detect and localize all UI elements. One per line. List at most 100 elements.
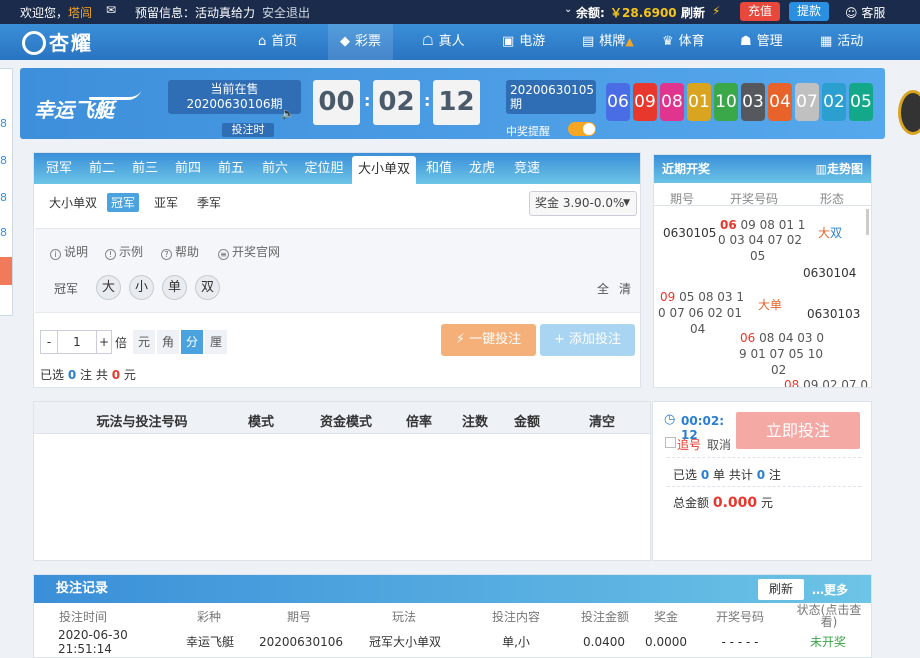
nav-manage[interactable]: ☗ 管理	[740, 24, 783, 60]
tab-champion[interactable]: 冠军	[38, 153, 80, 184]
prev-issue: 20200630105期	[506, 80, 596, 114]
draw-ball: 04	[768, 83, 792, 121]
tab-top6[interactable]: 前六	[255, 153, 295, 184]
tab-race[interactable]: 竞速	[507, 153, 547, 184]
clear-pick[interactable]: 清	[619, 280, 631, 297]
scrollbar[interactable]	[866, 209, 869, 235]
record-prize: 0.0000	[645, 635, 687, 649]
sound-icon[interactable]: 🔈	[281, 107, 295, 120]
unit-li[interactable]: 厘	[205, 330, 227, 354]
recent-draws-panel: 近期开奖 ▥走势图 期号 开奖号码 形态 0630105 06 09 08 01 …	[653, 154, 872, 388]
draw-numbers: 0 03 04 07 02	[718, 233, 802, 247]
tab-sum[interactable]: 和值	[421, 153, 457, 184]
timer-seconds: 12	[433, 80, 480, 125]
multiplier-input[interactable]: 1	[57, 330, 97, 354]
timer-minutes: 02	[373, 80, 420, 125]
clear-all-button[interactable]: 清空	[582, 411, 622, 430]
record-status[interactable]: 未开奖	[796, 635, 860, 649]
tab-top2[interactable]: 前二	[82, 153, 122, 184]
side-timer: 00:02:	[681, 414, 724, 428]
records-more-link[interactable]: …更多	[812, 581, 848, 598]
clock-icon: ◷	[664, 412, 676, 427]
submit-bet-button[interactable]: 立即投注	[736, 412, 860, 449]
nav-lottery[interactable]: ◆ 彩票	[328, 24, 394, 60]
boat-icon	[88, 90, 142, 100]
add-bet-button[interactable]: + 添加投注	[540, 324, 635, 356]
th-count: 注数	[461, 415, 488, 430]
help-rules[interactable]: i 说明	[50, 243, 88, 260]
service-link[interactable]: ☺ 客服	[845, 4, 885, 21]
pick-odd[interactable]: 单	[162, 275, 187, 300]
select-all[interactable]: 全	[597, 280, 609, 297]
info-icon: i	[50, 249, 61, 260]
nav-cards[interactable]: ▤ 棋牌▲	[582, 24, 634, 60]
record-time: 2020-06-30 21:51:14	[58, 628, 128, 656]
tab-top4[interactable]: 前四	[168, 153, 208, 184]
subtab-size-parity[interactable]: 大小单双	[49, 194, 97, 211]
nav-sports[interactable]: ♛ 体育	[662, 24, 705, 60]
notice: 预留信息：活动真给力	[135, 6, 256, 20]
withdraw-button[interactable]: 提款	[789, 2, 830, 21]
logout-link[interactable]: 安全退出	[262, 4, 310, 21]
unit-yuan[interactable]: 元	[133, 330, 155, 354]
unit-jiao[interactable]: 角	[157, 330, 179, 354]
pick-small[interactable]: 小	[129, 275, 154, 300]
quick-bet-button[interactable]: ⚡ 一键投注	[441, 324, 536, 356]
draw-ball: 07	[795, 83, 819, 121]
tab-position[interactable]: 定位胆	[300, 153, 348, 184]
cancel-chase[interactable]: 取消	[707, 436, 731, 453]
win-notice-toggle[interactable]	[568, 122, 596, 136]
chase-label[interactable]: 追号	[677, 436, 701, 453]
pick-big[interactable]: 大	[96, 275, 121, 300]
pick-area: i 说明 ! 示例 ? 帮助 ≡ 开奖官网 冠军 大 小 单 双 全 清	[35, 228, 640, 313]
stub-text: 8	[0, 226, 7, 239]
subtab-runner-up[interactable]: 亚军	[154, 194, 178, 211]
draw-form: 大双	[818, 226, 843, 240]
records-refresh-button[interactable]: 刷新	[758, 579, 804, 600]
tab-dragon-tiger[interactable]: 龙虎	[464, 153, 500, 184]
th-rate: 倍率	[405, 415, 432, 430]
bet-time-label: 投注时	[222, 123, 274, 137]
pick-row-label: 冠军	[54, 282, 79, 296]
bet-list-table: 玩法与投注号码 模式 资金模式 倍率 注数 金额 清空	[33, 401, 651, 561]
rth-issue: 期号	[286, 610, 311, 624]
unit-fen[interactable]: 分	[181, 330, 203, 354]
tab-top5[interactable]: 前五	[211, 153, 251, 184]
draw-ball: 08	[660, 83, 684, 121]
help-example[interactable]: ! 示例	[105, 243, 143, 260]
refresh-balance-link[interactable]: 刷新	[681, 4, 705, 21]
odds-select[interactable]: 奖金 3.90-0.0% ▼	[529, 191, 637, 216]
play-tabs: 冠军 前二 前三 前四 前五 前六 定位胆 大小单双 和值 龙虎 竞速	[34, 153, 640, 184]
nav-activity[interactable]: ▦ 活动	[820, 24, 863, 60]
nav-live[interactable]: ☖ 真人	[422, 24, 465, 60]
multiplier-minus[interactable]: -	[40, 330, 58, 354]
win-notice-label: 中奖提醒	[506, 125, 550, 138]
help-official[interactable]: ≡ 开奖官网	[218, 243, 280, 260]
record-draw: - - - - -	[721, 635, 759, 649]
recharge-button[interactable]: 充值	[740, 2, 781, 21]
draw-ball: 10	[714, 83, 738, 121]
draw-numbers: 06 08 04 03 0	[740, 331, 824, 345]
bet-list-header: 玩法与投注号码 模式 资金模式 倍率 注数 金额 清空	[34, 402, 650, 434]
pick-even[interactable]: 双	[195, 275, 220, 300]
nav-slots[interactable]: ▣ 电游	[502, 24, 545, 60]
tab-size-parity[interactable]: 大小单双	[352, 156, 416, 184]
chase-checkbox[interactable]	[665, 437, 676, 448]
draw-ball: 06	[606, 83, 630, 121]
subtab-third[interactable]: 季军	[197, 194, 221, 211]
refresh-icon[interactable]: ⚡	[712, 4, 720, 18]
site-logo[interactable]: 杏耀	[22, 27, 93, 57]
help-help[interactable]: ? 帮助	[161, 243, 199, 260]
mail-icon[interactable]: ✉	[106, 3, 116, 17]
multiplier-plus[interactable]: +	[96, 330, 112, 354]
trend-link[interactable]: ▥走势图	[816, 155, 863, 183]
current-label: 当前在售	[210, 82, 259, 96]
subtab-champion[interactable]: 冠军	[107, 193, 140, 212]
nav-home[interactable]: ⌂ 首页	[258, 24, 297, 60]
top-bar: 欢迎您，塔闾 ✉ 预留信息：活动真给力 安全退出 ⌄ 余额: ￥28.6900 …	[0, 0, 920, 24]
chevron-down-icon[interactable]: ⌄	[564, 4, 572, 15]
logo-icon	[22, 30, 46, 55]
tab-top3[interactable]: 前三	[125, 153, 165, 184]
side-toggle[interactable]	[0, 257, 12, 285]
side-selected: 已选 0 单 共计 0 注	[673, 468, 781, 482]
